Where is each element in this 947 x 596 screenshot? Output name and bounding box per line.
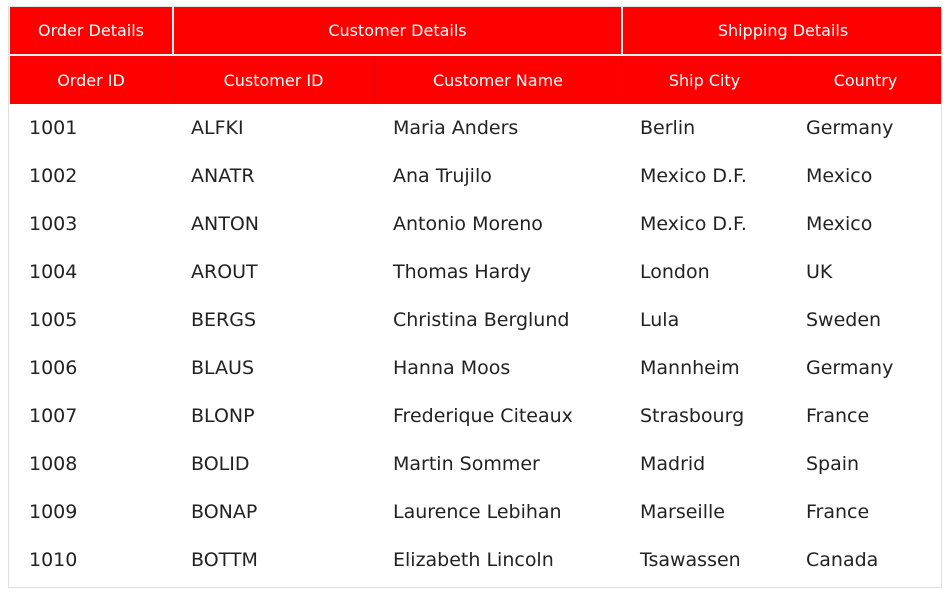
- cell-order-id[interactable]: 1009: [10, 488, 172, 536]
- table-row[interactable]: 1005 BERGS Christina Berglund Lula Sweden: [10, 296, 941, 344]
- cell-customer-id[interactable]: BLONP: [172, 392, 374, 440]
- table-row[interactable]: 1002 ANATR Ana Trujilo Mexico D.F. Mexico: [10, 152, 941, 200]
- cell-customer-name[interactable]: Elizabeth Lincoln: [374, 536, 621, 584]
- cell-country[interactable]: Spain: [787, 440, 943, 488]
- cell-order-id[interactable]: 1003: [10, 200, 172, 248]
- cell-customer-name[interactable]: Martin Sommer: [374, 440, 621, 488]
- cell-customer-id[interactable]: ANTON: [172, 200, 374, 248]
- cell-order-id[interactable]: 1002: [10, 152, 172, 200]
- table-row[interactable]: 1003 ANTON Antonio Moreno Mexico D.F. Mexico: [10, 200, 941, 248]
- cell-ship-city[interactable]: Mannheim: [621, 344, 787, 392]
- table-row[interactable]: 1006 BLAUS Hanna Moos Mannheim Germany: [10, 344, 941, 392]
- cell-customer-name[interactable]: Maria Anders: [374, 104, 621, 152]
- column-header-ship-city[interactable]: Ship City: [621, 56, 787, 104]
- cell-customer-name[interactable]: Hanna Moos: [374, 344, 621, 392]
- cell-customer-id[interactable]: ALFKI: [172, 104, 374, 152]
- table-row[interactable]: 1001 ALFKI Maria Anders Berlin Germany: [10, 104, 941, 152]
- cell-order-id[interactable]: 1005: [10, 296, 172, 344]
- cell-country[interactable]: Sweden: [787, 296, 943, 344]
- cell-ship-city[interactable]: Mexico D.F.: [621, 152, 787, 200]
- cell-customer-name[interactable]: Laurence Lebihan: [374, 488, 621, 536]
- stacked-header-row: Order Details Customer Details Shipping …: [10, 7, 941, 56]
- cell-country[interactable]: France: [787, 488, 943, 536]
- cell-customer-name[interactable]: Antonio Moreno: [374, 200, 621, 248]
- table-row[interactable]: 1004 AROUT Thomas Hardy London UK: [10, 248, 941, 296]
- column-header-customer-name[interactable]: Customer Name: [374, 56, 621, 104]
- cell-customer-id[interactable]: BLAUS: [172, 344, 374, 392]
- cell-order-id[interactable]: 1006: [10, 344, 172, 392]
- table-row[interactable]: 1008 BOLID Martin Sommer Madrid Spain: [10, 440, 941, 488]
- data-grid: Order Details Customer Details Shipping …: [8, 6, 942, 588]
- cell-customer-name[interactable]: Thomas Hardy: [374, 248, 621, 296]
- header-group-shipping-details[interactable]: Shipping Details: [621, 7, 943, 54]
- cell-customer-id[interactable]: BONAP: [172, 488, 374, 536]
- cell-ship-city[interactable]: Strasbourg: [621, 392, 787, 440]
- column-header-customer-id[interactable]: Customer ID: [172, 56, 374, 104]
- cell-country[interactable]: Mexico: [787, 152, 943, 200]
- cell-ship-city[interactable]: Lula: [621, 296, 787, 344]
- column-header-order-id[interactable]: Order ID: [10, 56, 172, 104]
- cell-customer-id[interactable]: BERGS: [172, 296, 374, 344]
- cell-order-id[interactable]: 1007: [10, 392, 172, 440]
- column-header-country[interactable]: Country: [787, 56, 943, 104]
- cell-country[interactable]: Germany: [787, 344, 943, 392]
- cell-ship-city[interactable]: Mexico D.F.: [621, 200, 787, 248]
- table-row[interactable]: 1007 BLONP Frederique Citeaux Strasbourg Fra…: [10, 392, 941, 440]
- cell-customer-id[interactable]: BOTTM: [172, 536, 374, 584]
- table-row[interactable]: 1010 BOTTM Elizabeth Lincoln Tsawassen Canad…: [10, 536, 941, 584]
- cell-customer-name[interactable]: Frederique Citeaux: [374, 392, 621, 440]
- table-row[interactable]: 1009 BONAP Laurence Lebihan Marseille France: [10, 488, 941, 536]
- cell-order-id[interactable]: 1004: [10, 248, 172, 296]
- cell-country[interactable]: Canada: [787, 536, 943, 584]
- cell-ship-city[interactable]: Madrid: [621, 440, 787, 488]
- cell-customer-name[interactable]: Christina Berglund: [374, 296, 621, 344]
- column-header-row: Order ID Customer ID Customer Name Ship …: [10, 56, 941, 104]
- cell-customer-id[interactable]: AROUT: [172, 248, 374, 296]
- cell-customer-id[interactable]: ANATR: [172, 152, 374, 200]
- cell-country[interactable]: Germany: [787, 104, 943, 152]
- cell-country[interactable]: France: [787, 392, 943, 440]
- cell-ship-city[interactable]: Marseille: [621, 488, 787, 536]
- cell-order-id[interactable]: 1001: [10, 104, 172, 152]
- cell-country[interactable]: UK: [787, 248, 943, 296]
- cell-customer-id[interactable]: BOLID: [172, 440, 374, 488]
- header-group-customer-details[interactable]: Customer Details: [172, 7, 621, 54]
- cell-country[interactable]: Mexico: [787, 200, 943, 248]
- cell-ship-city[interactable]: Berlin: [621, 104, 787, 152]
- cell-order-id[interactable]: 1010: [10, 536, 172, 584]
- cell-order-id[interactable]: 1008: [10, 440, 172, 488]
- cell-ship-city[interactable]: London: [621, 248, 787, 296]
- cell-customer-name[interactable]: Ana Trujilo: [374, 152, 621, 200]
- cell-ship-city[interactable]: Tsawassen: [621, 536, 787, 584]
- header-group-order-details[interactable]: Order Details: [10, 7, 172, 54]
